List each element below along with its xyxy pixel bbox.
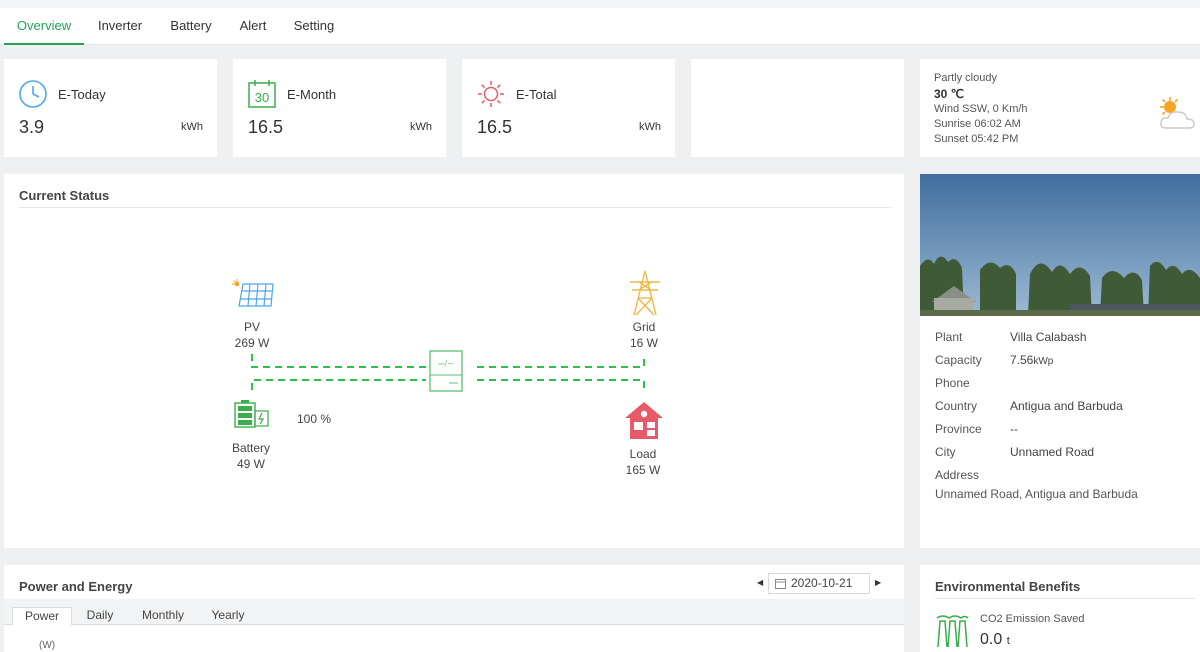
subtab-daily[interactable]: Daily xyxy=(76,607,124,625)
power-energy-subtab-bar: Power Daily Monthly Yearly xyxy=(4,599,904,625)
capacity-key: Capacity xyxy=(935,353,982,367)
weather-sunrise: Sunrise 06:02 AM xyxy=(934,118,1021,130)
tab-setting[interactable]: Setting xyxy=(290,8,338,45)
e-today-value: 3.9 xyxy=(19,117,45,137)
inverter-symbol: ⎓/~ xyxy=(438,359,454,368)
inverter-icon: ⎓/~ xyxy=(429,350,463,392)
env-benefits-card: Environmental Benefits CO2 Emission Save… xyxy=(920,565,1200,652)
calendar-small-icon xyxy=(775,579,786,589)
tab-battery[interactable]: Battery xyxy=(166,8,216,45)
e-today-card: E-Today 3.9 kWh xyxy=(4,59,217,157)
plant-name-value: Villa Calabash xyxy=(1010,330,1087,344)
phone-key: Phone xyxy=(935,376,970,390)
battery-soc: 100 % xyxy=(296,412,332,426)
env-benefits-title: Environmental Benefits xyxy=(935,579,1081,594)
pv-power-value: 269 W xyxy=(234,336,270,350)
date-value: 2020-10-21 xyxy=(791,576,853,590)
e-today-unit: kWh xyxy=(181,121,203,133)
province-key: Province xyxy=(935,422,982,436)
city-key: City xyxy=(935,445,956,459)
tab-alert[interactable]: Alert xyxy=(234,8,272,45)
e-month-value: 16.5 xyxy=(248,117,284,137)
factory-icon xyxy=(936,615,969,647)
capacity-unit: kWp xyxy=(1033,356,1054,367)
current-status-card: Current Status PV 269 W Grid 16 W ⎓/~ 10… xyxy=(4,174,904,548)
load-power-value: 165 W xyxy=(625,463,661,477)
capacity-number: 7.56 xyxy=(1010,353,1034,367)
tab-overview[interactable]: Overview xyxy=(4,8,84,45)
subtab-monthly[interactable]: Monthly xyxy=(134,607,192,625)
e-total-unit: kWh xyxy=(639,121,661,133)
house-load-icon xyxy=(625,402,663,439)
env-divider xyxy=(935,598,1195,599)
calendar-icon: 30 xyxy=(248,80,276,108)
partly-cloudy-icon xyxy=(1160,97,1195,129)
battery-label: Battery xyxy=(231,441,270,455)
city-value: Unnamed Road xyxy=(1010,445,1095,459)
battery-icon xyxy=(234,400,269,428)
country-key: Country xyxy=(935,399,978,413)
plant-photo xyxy=(920,174,1200,316)
weather-temperature: 30 ℃ xyxy=(934,87,965,101)
grid-tower-icon xyxy=(630,270,660,316)
subtab-power[interactable]: Power xyxy=(12,607,72,625)
e-today-label: E-Today xyxy=(58,87,106,102)
co2-value: 0.0 xyxy=(980,631,1003,648)
address-value: Unnamed Road, Antigua and Barbuda xyxy=(935,487,1138,501)
power-energy-title: Power and Energy xyxy=(19,579,133,594)
date-picker[interactable]: 2020-10-21 xyxy=(768,573,870,594)
solar-panel-icon xyxy=(232,279,274,307)
load-label: Load xyxy=(629,447,657,461)
e-month-label: E-Month xyxy=(287,87,337,102)
prev-date-arrow[interactable]: ◀ xyxy=(757,578,763,587)
pv-label: PV xyxy=(243,320,260,334)
plant-name-key: Plant xyxy=(935,330,963,344)
top-strip xyxy=(0,0,1200,8)
co2-unit: t xyxy=(1006,635,1010,647)
grid-label: Grid xyxy=(632,320,656,334)
plant-info-card: Plant Villa Calabash Capacity 7.56kWp Ph… xyxy=(920,174,1200,548)
calendar-icon-number: 30 xyxy=(255,90,269,105)
e-total-value: 16.5 xyxy=(477,117,513,137)
e-month-unit: kWh xyxy=(410,121,432,133)
next-date-arrow[interactable]: ▶ xyxy=(875,578,881,587)
e-total-card: E-Total 16.5 kWh xyxy=(462,59,675,157)
weather-wind: Wind SSW, 0 Km/h xyxy=(934,103,1028,115)
blank-stat-card xyxy=(691,59,904,157)
subtab-yearly[interactable]: Yearly xyxy=(204,607,252,625)
co2-label: CO2 Emission Saved xyxy=(980,613,1085,625)
weather-condition: Partly cloudy xyxy=(934,72,997,84)
grid-power-value: 16 W xyxy=(629,336,658,350)
province-value: -- xyxy=(1010,422,1018,436)
tab-inverter[interactable]: Inverter xyxy=(92,8,148,45)
clock-icon xyxy=(19,80,47,108)
country-value: Antigua and Barbuda xyxy=(1010,399,1123,413)
e-month-card: 30 E-Month 16.5 kWh xyxy=(233,59,446,157)
sun-icon xyxy=(478,81,504,107)
weather-sunset: Sunset 05:42 PM xyxy=(934,133,1019,145)
e-total-label: E-Total xyxy=(516,87,557,102)
battery-power-value: 49 W xyxy=(236,457,265,471)
main-tab-bar: Overview Inverter Battery Alert Setting xyxy=(0,8,1200,45)
address-key: Address xyxy=(935,468,980,482)
chart-y-unit: (W) xyxy=(39,640,56,651)
capacity-value: 7.56kWp xyxy=(1010,353,1053,367)
co2-value-group: 0.0 t xyxy=(980,631,1010,649)
weather-card: Partly cloudy 30 ℃ Wind SSW, 0 Km/h Sunr… xyxy=(920,59,1200,157)
